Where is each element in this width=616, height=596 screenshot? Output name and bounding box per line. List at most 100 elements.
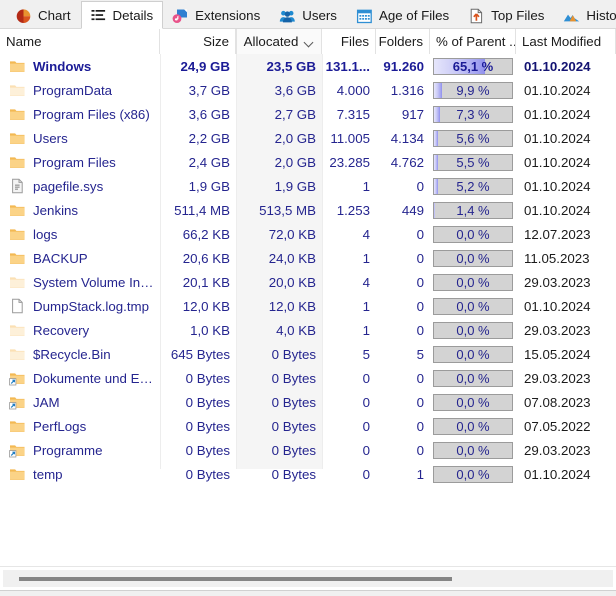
cell-allocated: 2,0 GB: [236, 126, 322, 150]
cell-size: 0 Bytes: [160, 462, 236, 486]
folder-icon: [9, 130, 26, 146]
cell-allocated: 3,6 GB: [236, 78, 322, 102]
table-row[interactable]: temp0 Bytes0 Bytes010,0 %01.10.2024: [0, 462, 616, 486]
table-row[interactable]: Dokumente und Eins...0 Bytes0 Bytes000,0…: [0, 366, 616, 390]
table-row[interactable]: JAM0 Bytes0 Bytes000,0 %07.08.2023: [0, 390, 616, 414]
cell-size: 0 Bytes: [160, 366, 236, 390]
cell-name: Jenkins: [0, 198, 160, 222]
cell-files: 4.000: [322, 78, 376, 102]
cell-percent-of-parent: 0,0 %: [430, 438, 516, 462]
table-row[interactable]: BACKUP20,6 KB24,0 KB100,0 %11.05.2023: [0, 246, 616, 270]
tab-details[interactable]: Details: [81, 1, 164, 29]
cell-folders: 0: [376, 318, 430, 342]
cell-percent-of-parent: 0,0 %: [430, 390, 516, 414]
tab-top-files[interactable]: Top Files: [459, 1, 554, 29]
percent-bar-fill: [434, 83, 442, 98]
percent-label: 65,1 %: [453, 59, 493, 74]
tab-label: Chart: [38, 8, 71, 23]
table-row[interactable]: ProgramData3,7 GB3,6 GB4.0001.3169,9 %01…: [0, 78, 616, 102]
percent-label: 0,0 %: [456, 347, 489, 362]
pie-chart-icon: [15, 7, 32, 24]
file-name-label: $Recycle.Bin: [33, 347, 111, 362]
cell-percent-of-parent: 0,0 %: [430, 222, 516, 246]
percent-bar: 0,0 %: [433, 322, 513, 339]
cell-percent-of-parent: 5,2 %: [430, 174, 516, 198]
cell-allocated: 20,0 KB: [236, 270, 322, 294]
tab-label: Details: [113, 8, 154, 23]
scrollbar-thumb[interactable]: [19, 577, 452, 581]
column-header-size[interactable]: Size: [160, 29, 236, 54]
cell-last-modified: 11.05.2023: [516, 246, 616, 270]
percent-bar: 0,0 %: [433, 250, 513, 267]
cell-allocated: 1,9 GB: [236, 174, 322, 198]
cell-last-modified: 29.03.2023: [516, 438, 616, 462]
table-row[interactable]: DumpStack.log.tmp12,0 KB12,0 KB100,0 %01…: [0, 294, 616, 318]
column-header-modified[interactable]: Last Modified: [516, 29, 616, 54]
cell-name: Dokumente und Eins...: [0, 366, 160, 390]
list-rows-icon: [90, 7, 107, 24]
file-name-label: DumpStack.log.tmp: [33, 299, 149, 314]
column-header-files[interactable]: Files: [322, 29, 376, 54]
file-list-body[interactable]: Windows24,9 GB23,5 GB131.1...91.26065,1 …: [0, 54, 616, 566]
table-row[interactable]: pagefile.sys1,9 GB1,9 GB105,2 %01.10.202…: [0, 174, 616, 198]
cell-folders: 917: [376, 102, 430, 126]
table-row[interactable]: Windows24,9 GB23,5 GB131.1...91.26065,1 …: [0, 54, 616, 78]
table-row[interactable]: PerfLogs0 Bytes0 Bytes000,0 %07.05.2022: [0, 414, 616, 438]
cell-last-modified: 01.10.2024: [516, 54, 616, 78]
cell-folders: 0: [376, 390, 430, 414]
table-row[interactable]: Users2,2 GB2,0 GB11.0054.1345,6 %01.10.2…: [0, 126, 616, 150]
table-row[interactable]: $Recycle.Bin645 Bytes0 Bytes550,0 %15.05…: [0, 342, 616, 366]
cell-size: 511,4 MB: [160, 198, 236, 222]
cell-allocated: 24,0 KB: [236, 246, 322, 270]
file-name-label: Programme: [33, 443, 102, 458]
scrollbar-track[interactable]: [3, 570, 613, 587]
column-header-folders[interactable]: Folders: [376, 29, 430, 54]
horizontal-scrollbar[interactable]: [0, 566, 616, 591]
table-row[interactable]: Program Files2,4 GB2,0 GB23.2854.7625,5 …: [0, 150, 616, 174]
cell-size: 1,9 GB: [160, 174, 236, 198]
cell-allocated: 0 Bytes: [236, 438, 322, 462]
cell-allocated: 0 Bytes: [236, 366, 322, 390]
table-row[interactable]: Jenkins511,4 MB513,5 MB1.2534491,4 %01.1…: [0, 198, 616, 222]
cell-name: JAM: [0, 390, 160, 414]
cell-name: Programme: [0, 438, 160, 462]
percent-bar: 5,5 %: [433, 154, 513, 171]
tab-chart[interactable]: Chart: [6, 1, 81, 29]
cell-size: 2,4 GB: [160, 150, 236, 174]
tab-extensions[interactable]: Extensions: [163, 1, 270, 29]
cell-allocated: 23,5 GB: [236, 54, 322, 78]
column-header-name[interactable]: Name: [0, 29, 160, 54]
folder-icon: [9, 154, 26, 170]
cell-name: PerfLogs: [0, 414, 160, 438]
percent-bar: 5,2 %: [433, 178, 513, 195]
tab-history[interactable]: History: [554, 1, 616, 29]
percent-label: 0,0 %: [456, 419, 489, 434]
table-row[interactable]: Program Files (x86)3,6 GB2,7 GB7.3159177…: [0, 102, 616, 126]
table-row[interactable]: logs66,2 KB72,0 KB400,0 %12.07.2023: [0, 222, 616, 246]
folder-icon: [9, 226, 26, 242]
cell-allocated: 4,0 KB: [236, 318, 322, 342]
table-row[interactable]: System Volume Infor...20,1 KB20,0 KB400,…: [0, 270, 616, 294]
column-header-allocated[interactable]: Allocated: [236, 29, 322, 54]
column-header-percent[interactable]: % of Parent ...: [430, 29, 516, 54]
cell-folders: 4.134: [376, 126, 430, 150]
column-header-label: Allocated: [244, 34, 299, 49]
table-row[interactable]: Programme0 Bytes0 Bytes000,0 %29.03.2023: [0, 438, 616, 462]
table-row[interactable]: Recovery1,0 KB4,0 KB100,0 %29.03.2023: [0, 318, 616, 342]
cell-files: 1: [322, 246, 376, 270]
cell-folders: 0: [376, 246, 430, 270]
cell-size: 0 Bytes: [160, 390, 236, 414]
cell-last-modified: 29.03.2023: [516, 270, 616, 294]
users-icon: [279, 7, 296, 24]
cell-folders: 1.316: [376, 78, 430, 102]
tab-age-of-files[interactable]: Age of Files: [347, 1, 459, 29]
tab-label: Age of Files: [379, 8, 449, 23]
window-footer: [0, 591, 616, 596]
folder-icon: [9, 466, 26, 482]
cell-percent-of-parent: 1,4 %: [430, 198, 516, 222]
cell-size: 0 Bytes: [160, 438, 236, 462]
cell-name: DumpStack.log.tmp: [0, 294, 160, 318]
folder-icon: [9, 106, 26, 122]
tab-users[interactable]: Users: [270, 1, 347, 29]
file-icon: [9, 298, 26, 314]
